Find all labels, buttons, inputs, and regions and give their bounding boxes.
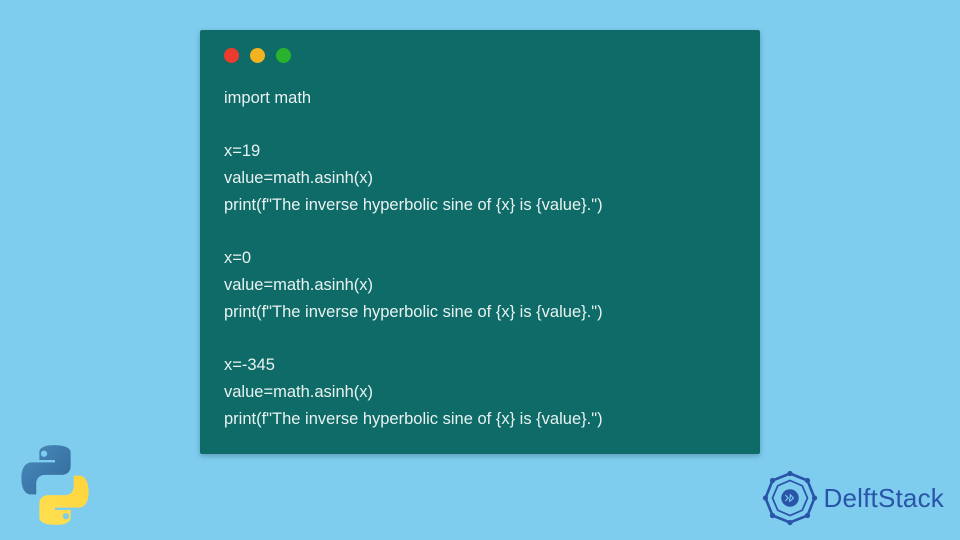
brand-name: DelftStack (824, 483, 945, 514)
delftstack-badge-icon (762, 470, 818, 526)
brand: DelftStack (762, 470, 945, 526)
window-close-dot (224, 48, 239, 63)
window-zoom-dot (276, 48, 291, 63)
traffic-lights (224, 48, 736, 63)
code-window: import math x=19 value=math.asinh(x) pri… (200, 30, 760, 454)
python-logo-icon (12, 442, 98, 528)
window-minimize-dot (250, 48, 265, 63)
code-block: import math x=19 value=math.asinh(x) pri… (224, 85, 736, 432)
